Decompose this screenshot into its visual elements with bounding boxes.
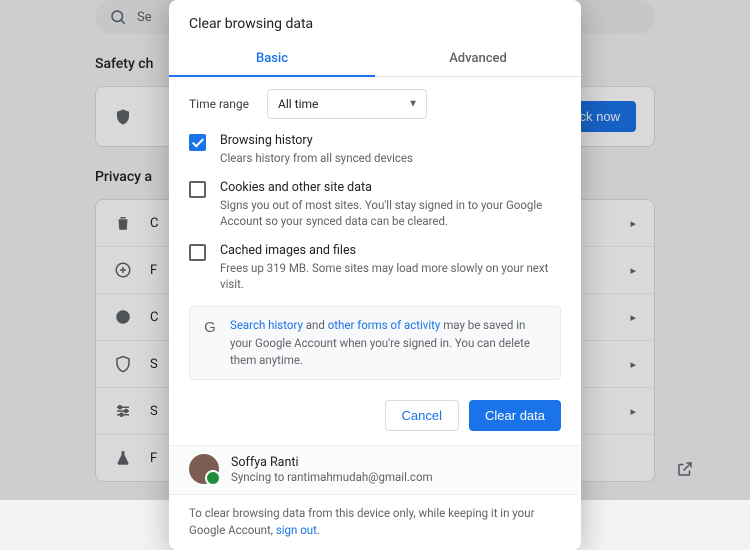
google-account-notice: G Search history and other forms of acti… — [189, 306, 561, 380]
checkbox-cached[interactable] — [189, 244, 206, 261]
option-desc: Signs you out of most sites. You'll stay… — [220, 197, 561, 229]
checkbox-cookies[interactable] — [189, 181, 206, 198]
user-sync-status: Syncing to rantimahmudah@gmail.com — [231, 470, 433, 484]
footnote: To clear browsing data from this device … — [169, 495, 581, 544]
cancel-button[interactable]: Cancel — [385, 400, 459, 431]
time-range-value: All time — [278, 97, 318, 111]
search-history-link[interactable]: Search history — [230, 318, 303, 332]
synced-user-section: Soffya Ranti Syncing to rantimahmudah@gm… — [169, 445, 581, 495]
dialog-tabs: Basic Advanced — [169, 42, 581, 77]
option-desc: Clears history from all synced devices — [220, 150, 561, 166]
user-name: Soffya Ranti — [231, 455, 433, 470]
time-range-label: Time range — [189, 97, 249, 111]
dialog-title: Clear browsing data — [169, 0, 581, 42]
tab-advanced[interactable]: Advanced — [375, 42, 581, 76]
sign-out-link[interactable]: sign out — [276, 523, 317, 537]
google-icon: G — [202, 317, 218, 340]
option-cookies: Cookies and other site data Signs you ou… — [189, 180, 561, 229]
option-cached: Cached images and files Frees up 319 MB.… — [189, 243, 561, 292]
clear-data-button[interactable]: Clear data — [469, 400, 561, 431]
other-activity-link[interactable]: other forms of activity — [328, 318, 441, 332]
checkbox-browsing-history[interactable] — [189, 134, 206, 151]
option-label: Cached images and files — [220, 243, 561, 258]
option-label: Browsing history — [220, 133, 561, 148]
option-desc: Frees up 319 MB. Some sites may load mor… — [220, 260, 561, 292]
caret-down-icon: ▼ — [408, 99, 418, 110]
time-range-select[interactable]: All time ▼ — [267, 89, 427, 119]
tab-basic[interactable]: Basic — [169, 42, 375, 77]
option-label: Cookies and other site data — [220, 180, 561, 195]
clear-browsing-data-dialog: Clear browsing data Basic Advanced Time … — [169, 0, 581, 550]
avatar — [189, 454, 219, 484]
option-browsing-history: Browsing history Clears history from all… — [189, 133, 561, 166]
